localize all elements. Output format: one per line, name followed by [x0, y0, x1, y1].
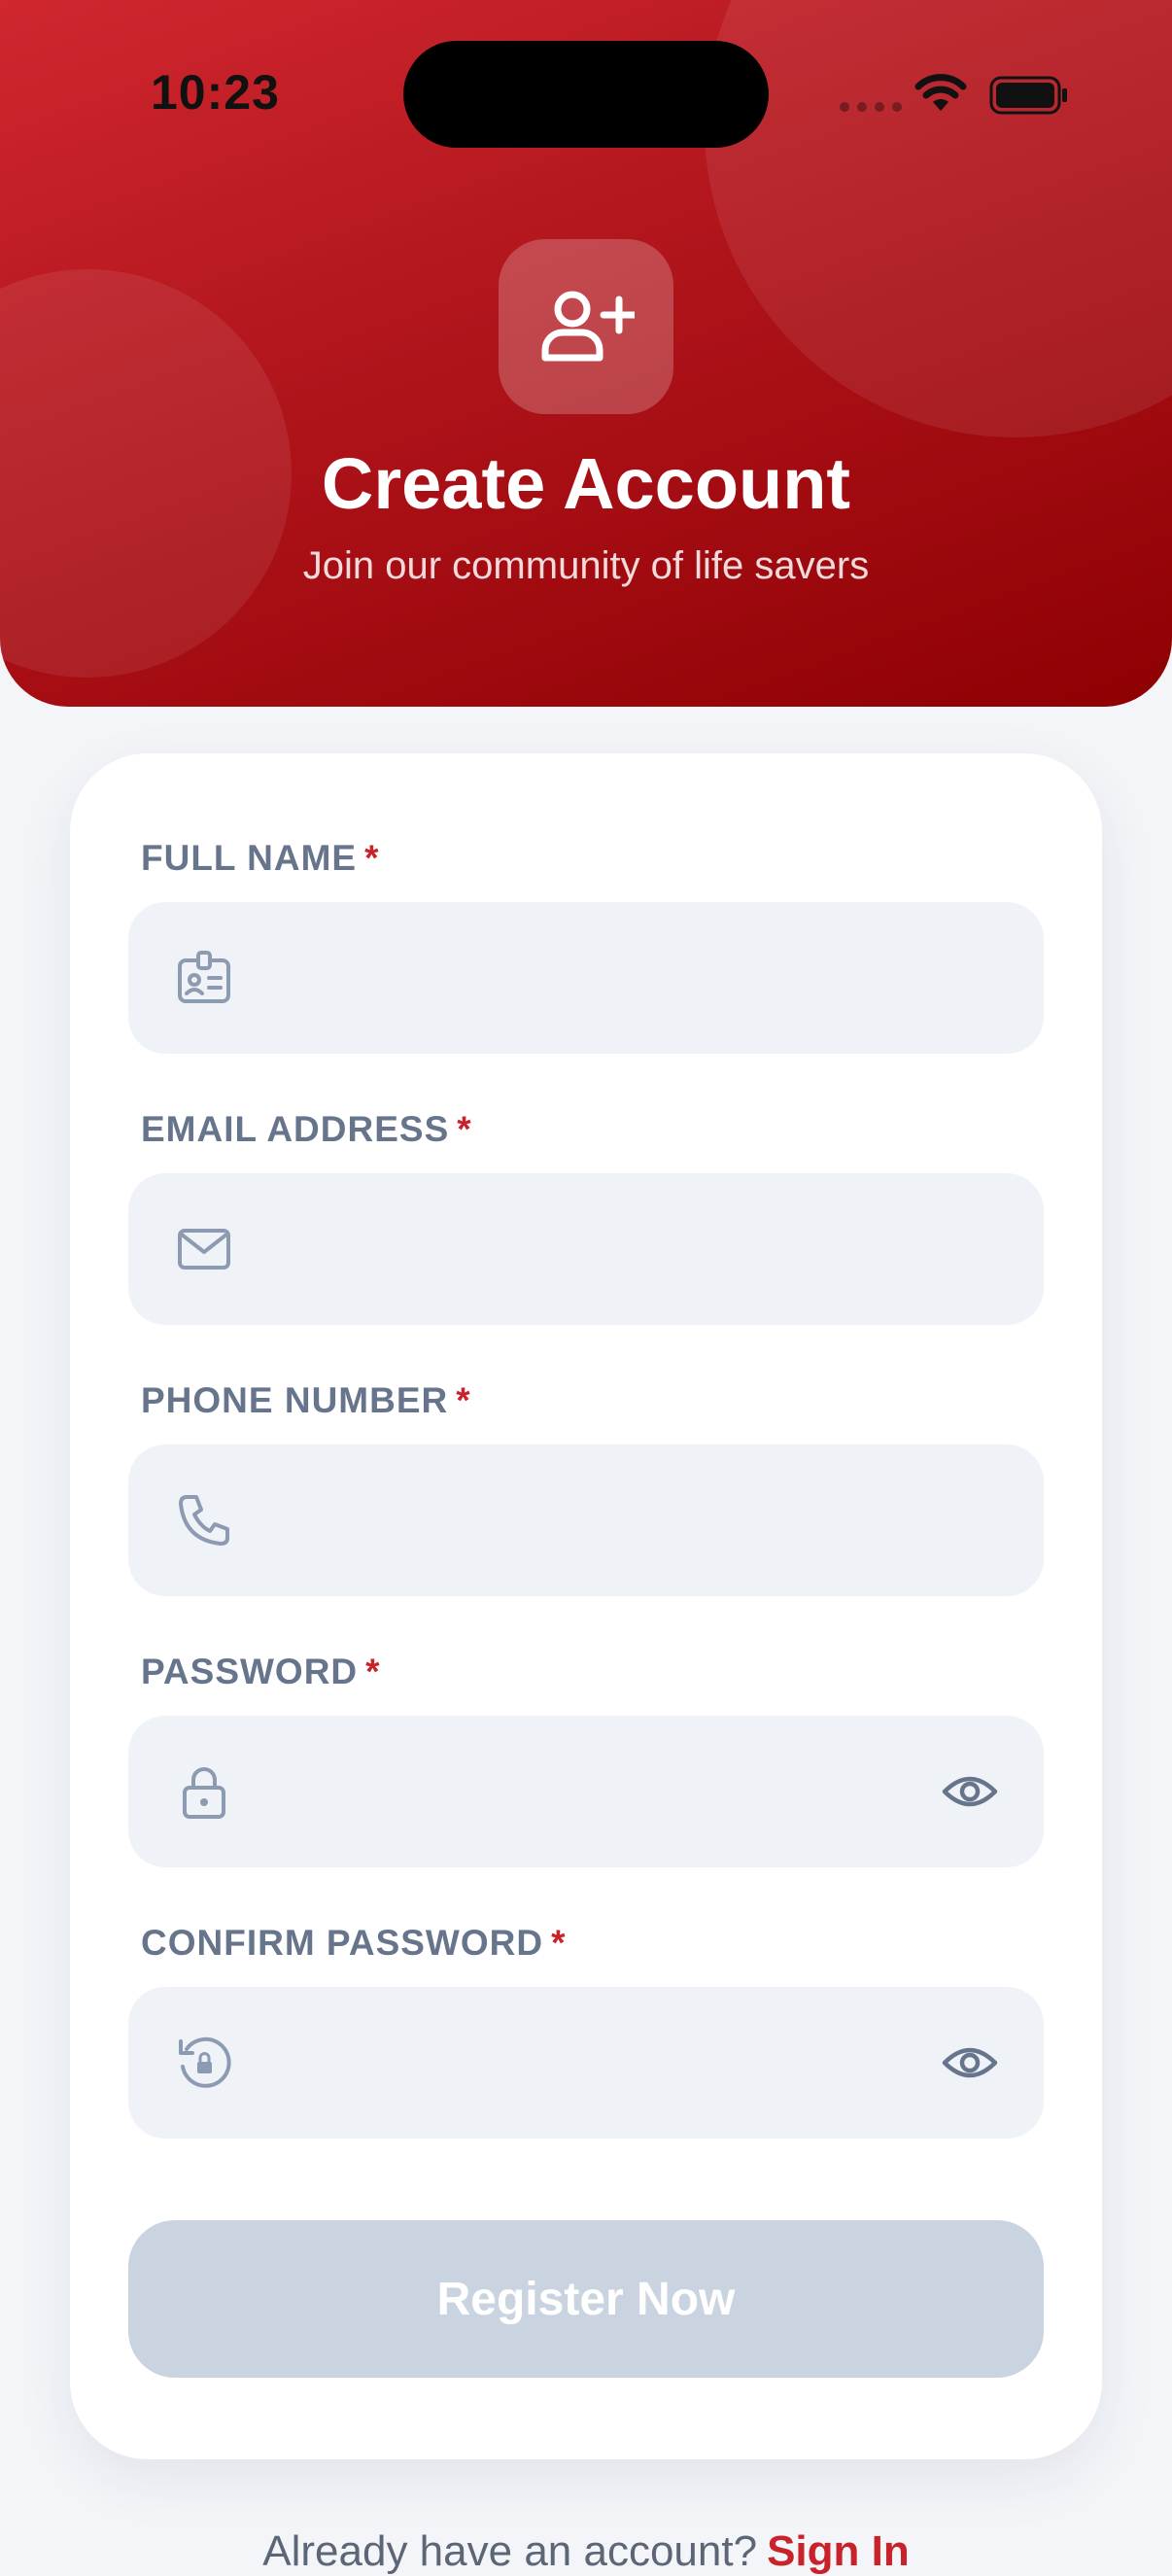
- header-banner: 10:23 Create Account Join our community …: [0, 0, 1172, 707]
- dynamic-island: [403, 41, 769, 148]
- email-input[interactable]: [274, 1173, 900, 1327]
- phone-label: PHONE NUMBER *: [141, 1380, 471, 1420]
- cellular-signal-icon: [840, 102, 902, 112]
- phone-icon: [179, 1495, 229, 1546]
- add-user-badge: [499, 239, 673, 414]
- id-badge-icon: [178, 951, 230, 1003]
- confirm-password-input[interactable]: [274, 1987, 900, 2141]
- eye-icon[interactable]: [941, 1764, 999, 1819]
- user-plus-icon: [541, 291, 635, 362]
- mail-icon: [178, 1229, 230, 1270]
- decorative-circle: [705, 0, 1172, 437]
- email-label: EMAIL ADDRESS *: [141, 1109, 472, 1149]
- confirm-password-field[interactable]: [128, 1987, 1044, 2141]
- status-time: 10:23: [151, 65, 280, 120]
- password-input[interactable]: [274, 1716, 900, 1869]
- signin-prompt: Already have an account? Sign In: [0, 2527, 1172, 2576]
- phone-field[interactable]: [128, 1445, 1044, 1598]
- full-name-input[interactable]: [274, 902, 900, 1056]
- lock-icon: [183, 1767, 225, 1819]
- battery-icon: [989, 76, 1067, 115]
- register-button[interactable]: Register Now: [128, 2220, 1044, 2378]
- full-name-field[interactable]: [128, 902, 1044, 1056]
- full-name-label: FULL NAME *: [141, 838, 380, 878]
- wifi-icon: [914, 74, 967, 111]
- eye-icon[interactable]: [941, 2036, 999, 2090]
- signin-link[interactable]: Sign In: [767, 2527, 910, 2575]
- password-label: PASSWORD *: [141, 1652, 381, 1691]
- lock-reset-icon: [179, 2036, 231, 2088]
- page-title: Create Account: [321, 443, 851, 524]
- signin-prompt-text: Already have an account?: [262, 2527, 758, 2575]
- confirm-password-label: CONFIRM PASSWORD *: [141, 1923, 567, 1963]
- page-subtitle: Join our community of life savers: [302, 544, 870, 587]
- password-field[interactable]: [128, 1716, 1044, 1869]
- phone-input[interactable]: [274, 1445, 900, 1598]
- email-field[interactable]: [128, 1173, 1044, 1327]
